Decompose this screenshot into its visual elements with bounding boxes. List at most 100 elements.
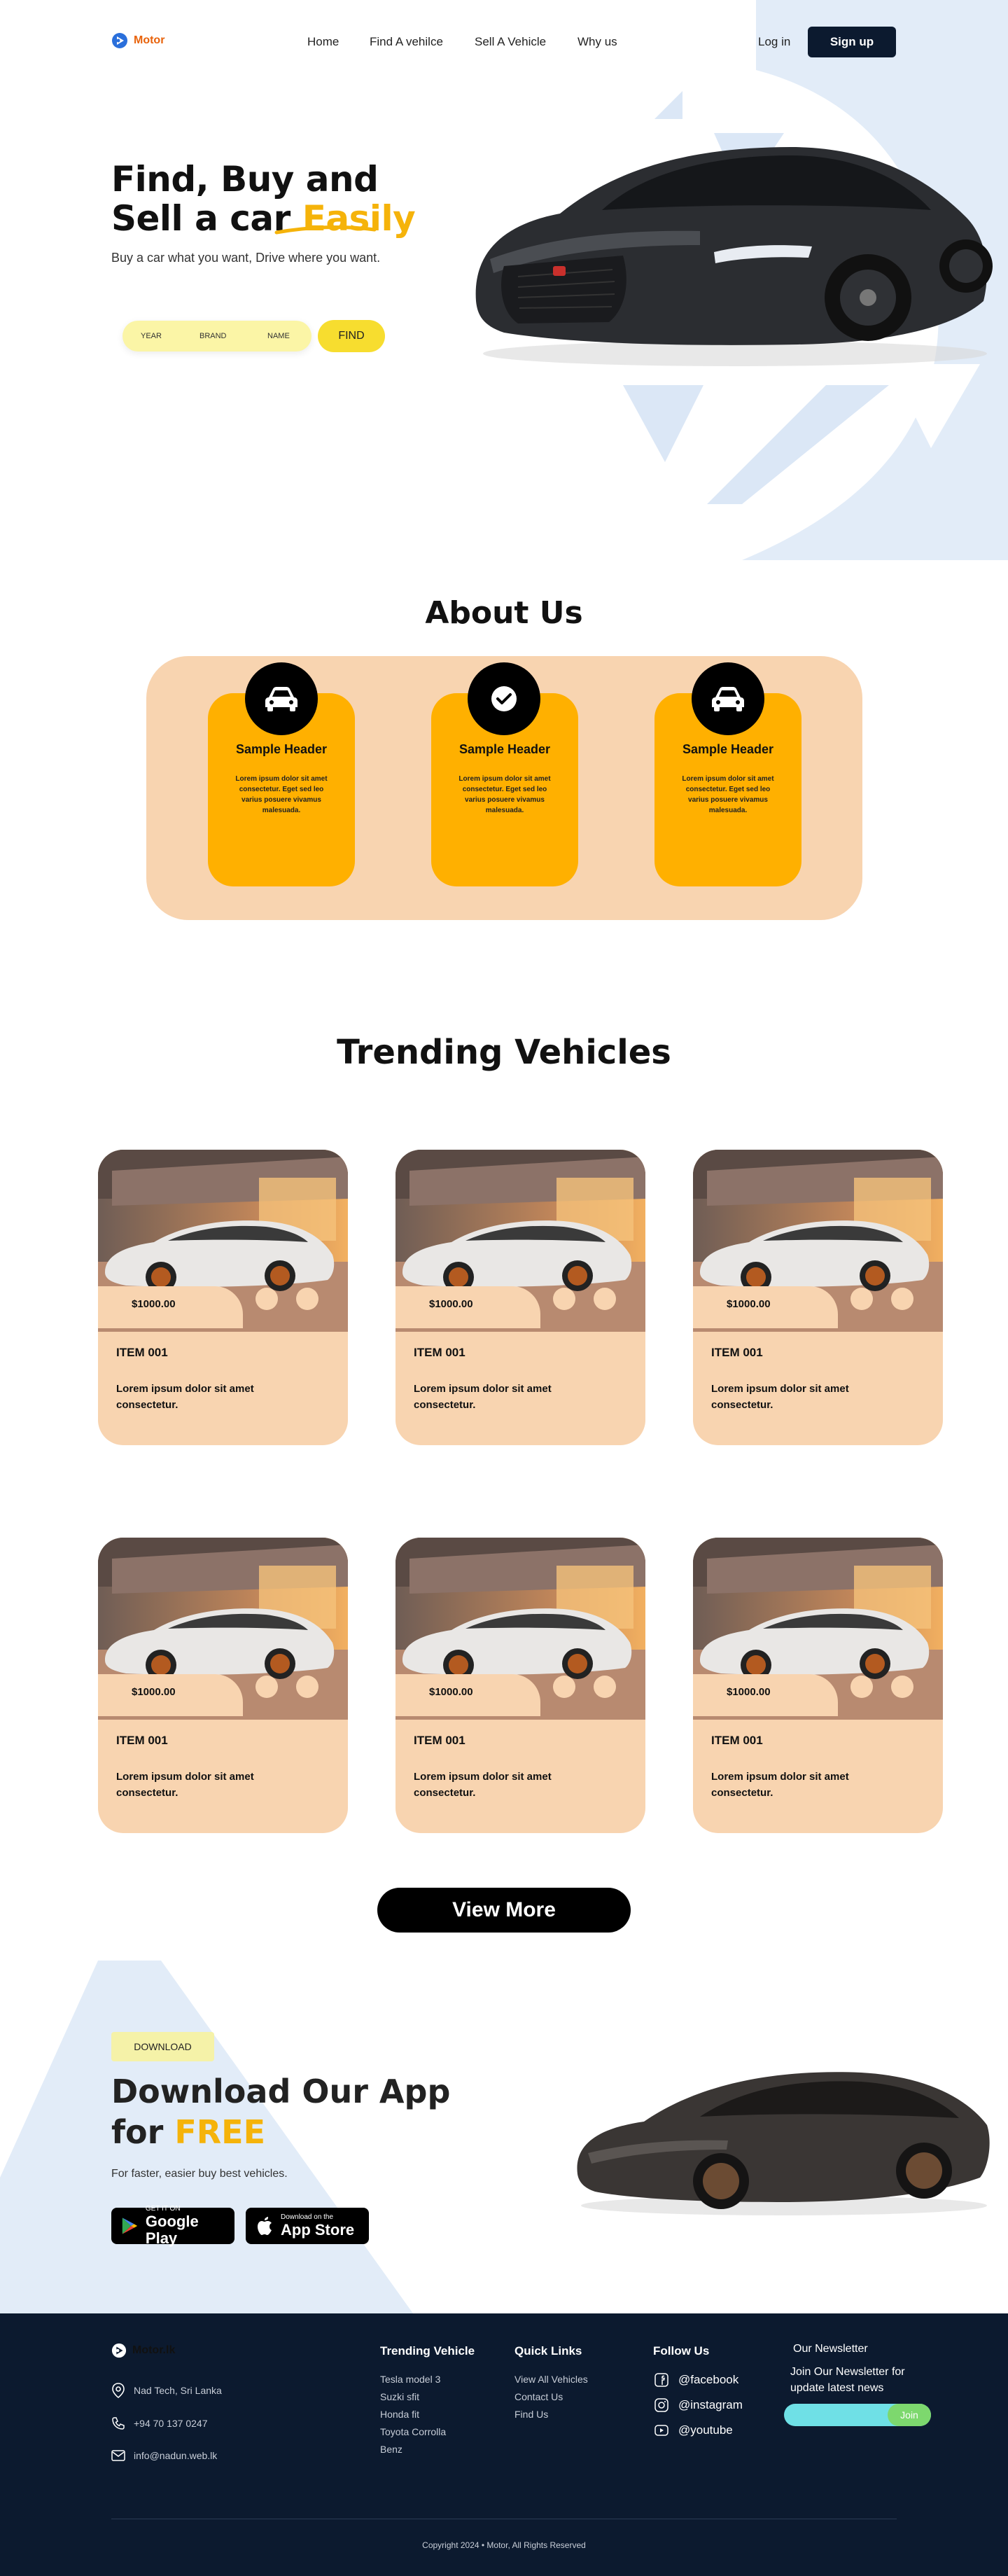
- copyright: Copyright 2024 • Motor, All Rights Reser…: [422, 2540, 586, 2550]
- signup-button[interactable]: Sign up: [808, 27, 896, 57]
- about-card-header: Sample Header: [458, 742, 551, 756]
- favorite-icon[interactable]: [850, 1676, 873, 1698]
- vehicle-card[interactable]: $1000.00 ITEM 001 Lorem ipsum dolor sit …: [98, 1538, 348, 1833]
- newsletter-join-button[interactable]: Join: [888, 2404, 931, 2426]
- vehicle-price: $1000.00: [429, 1298, 473, 1310]
- footer-quick-head: Quick Links: [514, 2344, 582, 2358]
- find-button[interactable]: FIND: [318, 320, 385, 352]
- hero-subtitle: Buy a car what you want, Drive where you…: [111, 251, 381, 265]
- vehicle-description: Lorem ipsum dolor sit amet consectetur.: [414, 1771, 552, 1799]
- footer-trending-item[interactable]: Tesla model 3: [380, 2374, 440, 2385]
- share-icon[interactable]: [594, 1676, 616, 1698]
- footer-quick-link[interactable]: Find Us: [514, 2409, 548, 2420]
- vehicle-price: $1000.00: [132, 1298, 176, 1310]
- vehicle-description: Lorem ipsum dolor sit amet consectetur.: [116, 1383, 254, 1411]
- car-icon: [692, 662, 764, 735]
- google-play-button[interactable]: GET IT ON Google Play: [111, 2205, 234, 2247]
- logo-text: Motor: [134, 34, 165, 46]
- footer-logo[interactable]: Motor.lk: [111, 2343, 175, 2358]
- vehicle-name: ITEM 001: [414, 1734, 465, 1747]
- footer-quick-link[interactable]: View All Vehicles: [514, 2374, 588, 2385]
- about-card-header: Sample Header: [235, 742, 328, 756]
- favorite-icon[interactable]: [553, 1676, 575, 1698]
- footer-trending-item[interactable]: Toyota Corrolla: [380, 2426, 446, 2437]
- about-card-text: Lorem ipsum dolor sit amet consectetur. …: [682, 775, 774, 814]
- instagram-icon: [654, 2398, 668, 2412]
- logo-icon: [111, 2343, 127, 2358]
- footer-phone[interactable]: +94 70 137 0247: [111, 2416, 208, 2430]
- share-icon[interactable]: [891, 1676, 913, 1698]
- vehicle-name: ITEM 001: [414, 1346, 465, 1359]
- vehicle-description: Lorem ipsum dolor sit amet consectetur.: [711, 1771, 849, 1799]
- about-card-text: Lorem ipsum dolor sit amet consectetur. …: [458, 775, 551, 814]
- footer-email[interactable]: info@nadun.web.lk: [111, 2450, 217, 2461]
- favorite-icon[interactable]: [553, 1288, 575, 1310]
- search-brand[interactable]: BRAND: [200, 332, 227, 340]
- vehicle-card[interactable]: $1000.00 ITEM 001 Lorem ipsum dolor sit …: [693, 1538, 943, 1833]
- vehicle-card[interactable]: $1000.00 ITEM 001 Lorem ipsum dolor sit …: [396, 1150, 645, 1445]
- search-name[interactable]: NAME: [267, 332, 290, 340]
- vehicle-card[interactable]: $1000.00 ITEM 001 Lorem ipsum dolor sit …: [98, 1150, 348, 1445]
- footer-trending-item[interactable]: Suzki sfit: [380, 2391, 419, 2402]
- nav-sell-vehicle[interactable]: Sell A Vehicle: [475, 35, 546, 49]
- vehicle-price: $1000.00: [429, 1686, 473, 1698]
- vehicle-card[interactable]: $1000.00 ITEM 001 Lorem ipsum dolor sit …: [693, 1150, 943, 1445]
- login-link[interactable]: Log in: [758, 35, 790, 49]
- vehicle-card[interactable]: $1000.00 ITEM 001 Lorem ipsum dolor sit …: [396, 1538, 645, 1833]
- vehicle-description: Lorem ipsum dolor sit amet consectetur.: [414, 1383, 552, 1411]
- footer-follow-head: Follow Us: [653, 2344, 710, 2358]
- footer-brand: Motor.lk: [132, 2344, 176, 2356]
- trending-title: Trending Vehicles: [337, 1033, 671, 1072]
- download-title: Download Our App for FREE: [111, 2073, 451, 2151]
- car-icon: [245, 662, 318, 735]
- footer-trending-item[interactable]: Honda fit: [380, 2409, 419, 2420]
- location-pin-icon: [112, 2383, 125, 2398]
- favorite-icon[interactable]: [850, 1288, 873, 1310]
- mail-icon: [111, 2450, 125, 2461]
- footer-social-instagram[interactable]: @instagram: [654, 2398, 743, 2412]
- about-card-text: Lorem ipsum dolor sit amet consectetur. …: [235, 775, 328, 814]
- check-circle-icon: [468, 662, 540, 735]
- logo-icon: [112, 33, 127, 48]
- nav-why-us[interactable]: Why us: [578, 35, 617, 49]
- favorite-icon[interactable]: [255, 1288, 278, 1310]
- download-car-image: [577, 2072, 990, 2215]
- search-year[interactable]: YEAR: [141, 332, 162, 340]
- footer-social-facebook[interactable]: @facebook: [654, 2373, 738, 2387]
- vehicle-description: Lorem ipsum dolor sit amet consectetur.: [711, 1383, 849, 1411]
- google-play-icon: [122, 2218, 138, 2234]
- vehicle-description: Lorem ipsum dolor sit amet consectetur.: [116, 1771, 254, 1799]
- vehicle-name: ITEM 001: [711, 1346, 763, 1359]
- share-icon[interactable]: [891, 1288, 913, 1310]
- newsletter-text: Join Our Newsletter for update latest ne…: [790, 2366, 905, 2394]
- hero-car-image: [475, 147, 993, 366]
- vehicle-price: $1000.00: [727, 1686, 771, 1698]
- share-icon[interactable]: [296, 1288, 318, 1310]
- footer-trending-head: Trending Vehicle: [380, 2344, 475, 2358]
- nav-find-vehicle[interactable]: Find A vehilce: [370, 35, 443, 49]
- vehicle-name: ITEM 001: [116, 1734, 168, 1747]
- footer-quick-link[interactable]: Contact Us: [514, 2391, 563, 2402]
- download-subtitle: For faster, easier buy best vehicles.: [111, 2168, 288, 2180]
- youtube-icon: [654, 2425, 668, 2436]
- app-store-button[interactable]: Download on the App Store: [246, 2208, 369, 2244]
- phone-icon: [112, 2417, 125, 2430]
- footer-social-youtube[interactable]: @youtube: [654, 2423, 733, 2437]
- download-badge: DOWNLOAD: [111, 2032, 214, 2061]
- share-icon[interactable]: [594, 1288, 616, 1310]
- apple-icon: [258, 2217, 272, 2235]
- view-more-button[interactable]: View More: [377, 1888, 631, 1933]
- nav-home[interactable]: Home: [307, 35, 339, 49]
- facebook-icon: [654, 2373, 668, 2387]
- favorite-icon[interactable]: [255, 1676, 278, 1698]
- download-title-highlight: FREE: [174, 2113, 266, 2151]
- share-icon[interactable]: [296, 1676, 318, 1698]
- vehicle-price: $1000.00: [727, 1298, 771, 1310]
- footer-trending-item[interactable]: Benz: [380, 2444, 402, 2455]
- highlight-underline: [274, 225, 377, 235]
- logo[interactable]: Motor: [111, 32, 164, 49]
- newsletter-head: Our Newsletter: [793, 2343, 868, 2355]
- about-title: About Us: [425, 595, 583, 631]
- vehicle-price: $1000.00: [132, 1686, 176, 1698]
- vehicle-name: ITEM 001: [711, 1734, 763, 1747]
